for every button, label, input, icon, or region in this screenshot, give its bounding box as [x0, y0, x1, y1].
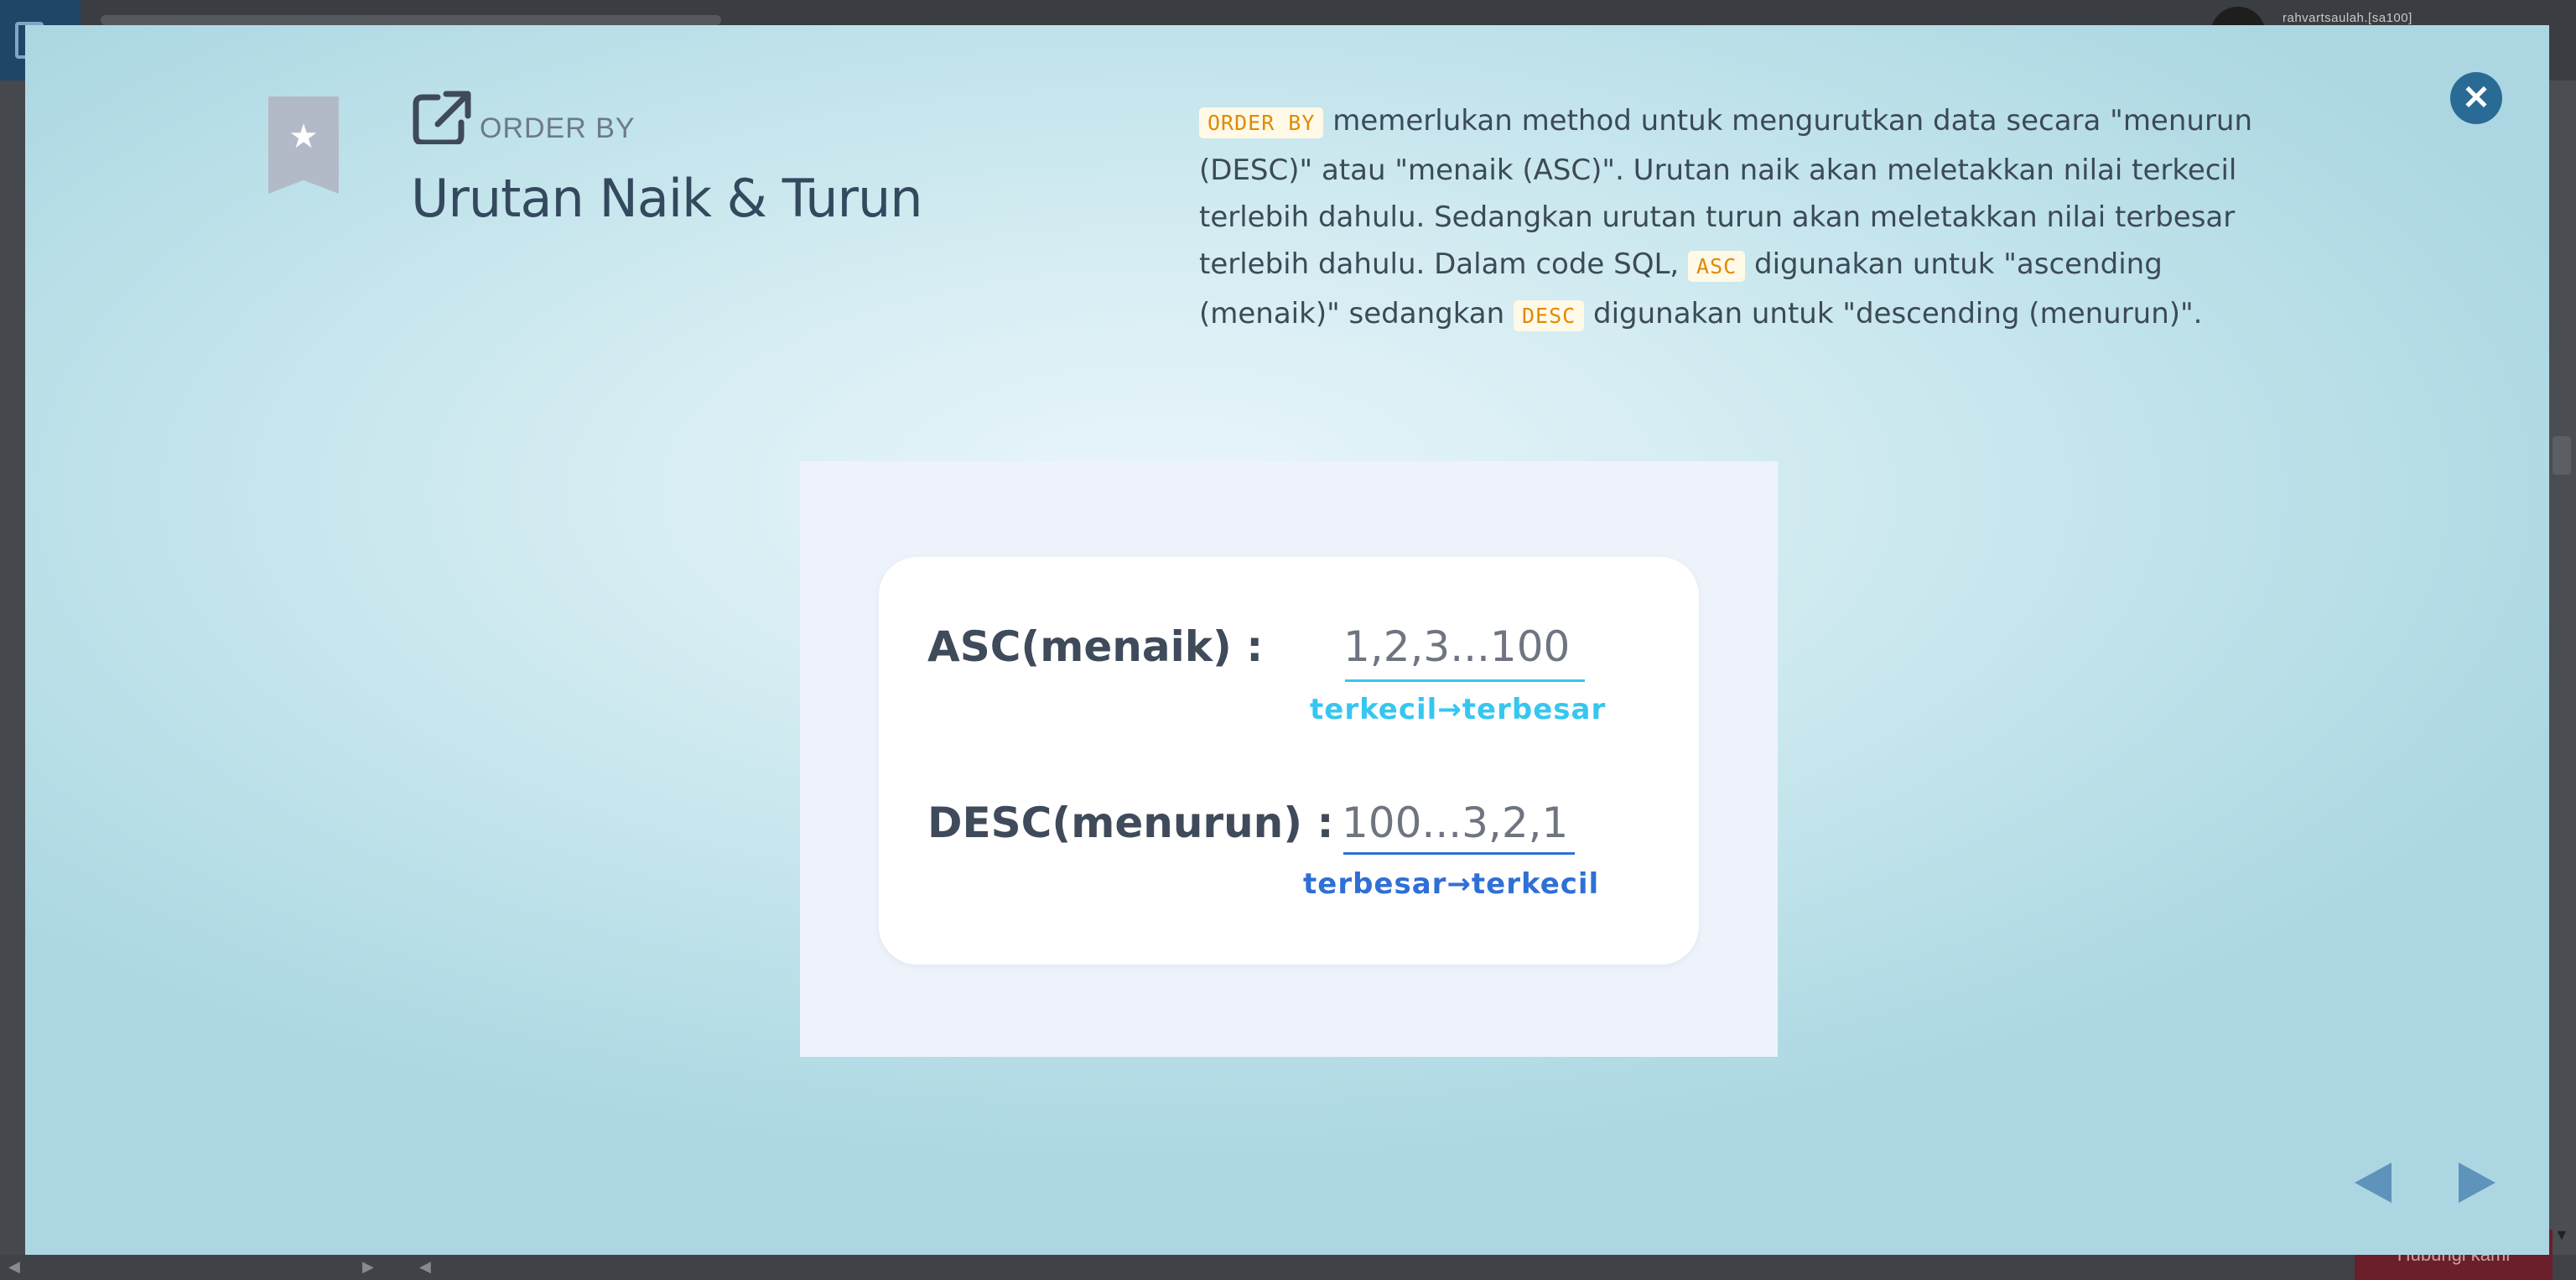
background-footer: ◀ ▶ ◀	[0, 1255, 2576, 1280]
scroll-right-icon[interactable]: ▶	[362, 1258, 374, 1276]
lesson-eyebrow: ORDER BY	[480, 112, 636, 144]
desc-underline	[1343, 852, 1575, 855]
scroll-down-icon[interactable]: ▼	[2554, 1226, 2569, 1244]
asc-value: 1,2,3...100	[1343, 622, 1571, 671]
code-asc: ASC	[1688, 251, 1746, 282]
illustration: ASC(menaik) : 1,2,3...100 terkecil→terbe…	[800, 461, 1778, 1057]
close-icon: ✕	[2462, 80, 2490, 117]
external-link-icon[interactable]	[413, 91, 471, 144]
background-sidebar	[0, 81, 25, 1255]
asc-caption: terkecil→terbesar	[1310, 693, 1607, 726]
next-arrow-icon[interactable]	[2459, 1163, 2496, 1203]
scroll-left-icon[interactable]: ◀	[8, 1258, 20, 1276]
prev-arrow-icon[interactable]	[2355, 1163, 2392, 1203]
code-desc: DESC	[1514, 300, 1585, 331]
username-label: rahvartsaulah.[sa100]	[2283, 11, 2412, 25]
desc-value: 100...3,2,1	[1342, 799, 1569, 847]
close-button[interactable]: ✕	[2450, 72, 2502, 124]
illustration-card: ASC(menaik) : 1,2,3...100 terkecil→terbe…	[879, 557, 1699, 965]
description-text: digunakan untuk "descending (menurun)".	[1584, 297, 2203, 330]
background-search-bar	[101, 15, 721, 25]
scroll-left-icon[interactable]: ◀	[419, 1258, 431, 1276]
lesson-modal: ★ ORDER BY Urutan Naik & Turun ORDER BY …	[25, 25, 2549, 1255]
desc-label: DESC(menurun) :	[927, 799, 1334, 847]
bookmark-button[interactable]: ★	[268, 96, 339, 194]
star-icon: ★	[288, 118, 319, 155]
asc-label: ASC(menaik) :	[927, 622, 1264, 671]
scrollbar-thumb[interactable]	[2553, 436, 2571, 475]
lesson-description: ORDER BY memerlukan method untuk menguru…	[1199, 97, 2281, 340]
desc-caption: terbesar→terkecil	[1303, 867, 1600, 901]
lesson-title: Urutan Naik & Turun	[411, 168, 923, 229]
asc-underline	[1345, 679, 1585, 682]
code-order-by: ORDER BY	[1199, 107, 1324, 138]
